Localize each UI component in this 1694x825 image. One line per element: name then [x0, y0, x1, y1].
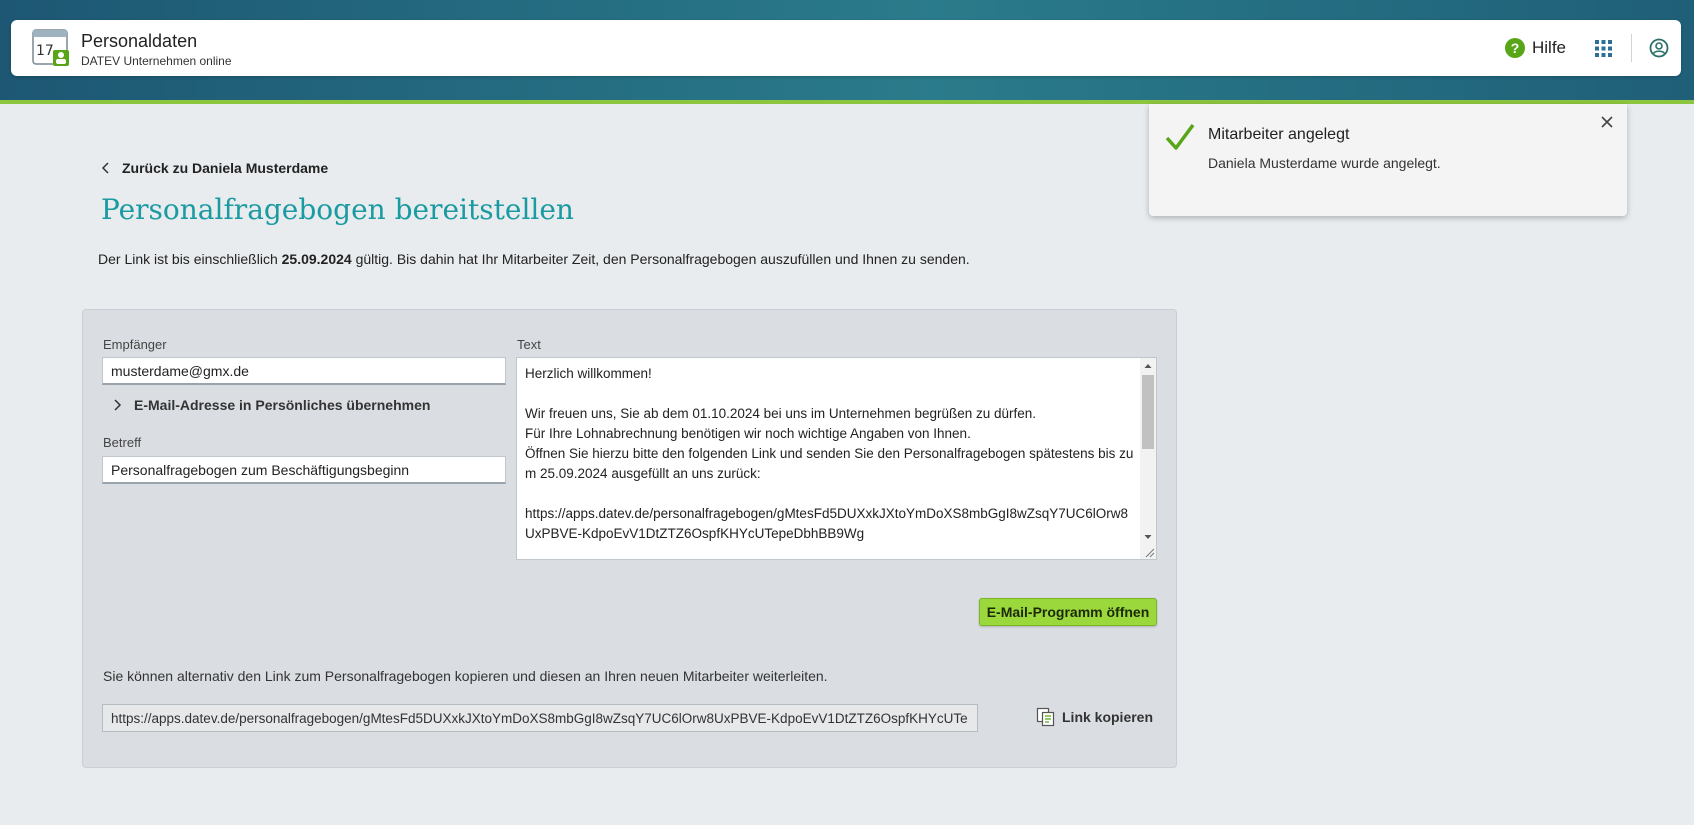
open-mail-program-button[interactable]: E-Mail-Programm öffnen: [979, 598, 1157, 626]
copy-link-button[interactable]: Link kopieren: [1036, 707, 1153, 727]
help-icon: ?: [1505, 38, 1525, 58]
back-link[interactable]: Zurück zu Daniela Musterdame: [100, 160, 328, 176]
subject-input[interactable]: [102, 456, 506, 484]
chevron-right-icon: [114, 399, 122, 411]
adopt-email-label: E-Mail-Adresse in Persönliches übernehme…: [134, 397, 431, 413]
textarea-scrollbar[interactable]: [1140, 358, 1156, 559]
message-textarea[interactable]: Herzlich willkommen! Wir freuen uns, Sie…: [516, 357, 1157, 560]
resize-grip-icon[interactable]: [1143, 546, 1155, 558]
app-subtitle: DATEV Unternehmen online: [81, 54, 232, 68]
back-link-label: Zurück zu Daniela Musterdame: [122, 160, 329, 176]
user-icon[interactable]: [1649, 38, 1669, 58]
scroll-thumb[interactable]: [1142, 375, 1154, 449]
validity-info: Der Link ist bis einschließlich 25.09.20…: [98, 251, 970, 267]
copy-link-label: Link kopieren: [1062, 709, 1154, 725]
calendar-17-icon: 17: [32, 29, 69, 66]
page-title: Personalfragebogen bereitstellen: [101, 193, 574, 226]
svg-text:17: 17: [36, 43, 54, 59]
app-title: Personaldaten: [81, 31, 198, 51]
text-label: Text: [517, 337, 541, 352]
validity-info-prefix: Der Link ist bis einschließlich: [98, 251, 282, 267]
chevron-left-icon: [101, 162, 109, 174]
help-label: Hilfe: [1532, 38, 1567, 57]
app-header: 17 Personaldaten DATEV Unternehmen onlin…: [11, 20, 1681, 76]
toast-title: Mitarbeiter angelegt: [1208, 126, 1350, 143]
scroll-up-arrow-icon[interactable]: [1140, 358, 1156, 374]
success-toast: Mitarbeiter angelegt Daniela Musterdame …: [1149, 104, 1627, 216]
validity-info-suffix: gültig. Bis dahin hat Ihr Mitarbeiter Ze…: [351, 251, 970, 267]
subject-label: Betreff: [103, 435, 142, 450]
validity-date: 25.09.2024: [281, 251, 352, 267]
alternative-hint: Sie können alternativ den Link zum Perso…: [103, 668, 828, 684]
recipient-input[interactable]: [102, 357, 506, 385]
message-text[interactable]: Herzlich willkommen! Wir freuen uns, Sie…: [525, 364, 1135, 554]
grid-icon[interactable]: [1595, 40, 1612, 57]
questionnaire-link-field[interactable]: https://apps.datev.de/personalfragebogen…: [102, 704, 978, 732]
header-divider: [1631, 34, 1632, 62]
close-icon[interactable]: [1597, 112, 1617, 132]
adopt-email-toggle[interactable]: E-Mail-Adresse in Persönliches übernehme…: [111, 397, 430, 413]
check-icon: [1165, 123, 1195, 150]
copy-icon: [1036, 707, 1055, 727]
recipient-label: Empfänger: [103, 337, 167, 352]
scroll-down-arrow-icon[interactable]: [1140, 529, 1156, 545]
help-button[interactable]: ? Hilfe: [1505, 37, 1566, 59]
toast-message: Daniela Musterdame wurde angelegt.: [1208, 155, 1441, 171]
